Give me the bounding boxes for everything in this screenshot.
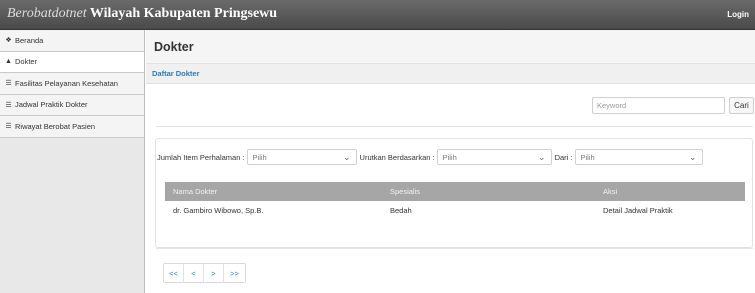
user-icon: ▲: [5, 58, 12, 66]
detail-schedule-link[interactable]: Detail Jadwal Praktik: [603, 201, 673, 220]
sidebar-item-label: Fasilitas Pelayanan Kesehatan: [15, 78, 118, 88]
document-icon: ☰: [5, 80, 12, 88]
prev-page-button[interactable]: <: [184, 264, 204, 282]
doctor-specialty: Bedah: [390, 206, 412, 215]
document-icon: ☰: [5, 101, 12, 109]
page-header: Dokter: [146, 30, 755, 64]
select-value: Pilih: [442, 152, 457, 162]
page-title: Dokter: [154, 39, 194, 54]
sidebar-item-label: Dokter: [15, 57, 38, 67]
sidebar-item-jadwal[interactable]: ☰ Jadwal Praktik Dokter: [0, 94, 144, 116]
document-icon: ☰: [5, 123, 12, 131]
sidebar-item-beranda[interactable]: ❖ Beranda: [0, 30, 144, 52]
app-brand[interactable]: Berobatdotnet Wilayah Kabupaten Pringsew…: [7, 6, 277, 22]
table-row: dr. Gambiro Wibowo, Sp.B. Bedah Detail J…: [165, 201, 745, 220]
next-page-button[interactable]: >: [204, 264, 224, 282]
brand-name-region: Wilayah Kabupaten Pringsewu: [86, 6, 278, 21]
home-icon: ❖: [5, 37, 12, 45]
sidebar-item-dokter[interactable]: ▲ Dokter: [0, 51, 144, 73]
divider: [156, 126, 753, 127]
chevron-down-icon: ⌄: [343, 152, 351, 162]
sort-by-select[interactable]: Pilih ⌄: [436, 149, 552, 165]
chevron-down-icon: ⌄: [538, 152, 546, 162]
doctor-name: dr. Gambiro Wibowo, Sp.B.: [173, 206, 264, 215]
items-per-page-label: Jumlah Item Perhalaman :: [157, 152, 245, 162]
column-header-aksi: Aksi: [603, 187, 618, 196]
divider: [156, 248, 753, 249]
sidebar-item-label: Jadwal Praktik Dokter: [15, 100, 88, 110]
brand-name-italic: Berobatdotnet: [7, 6, 87, 21]
login-link[interactable]: Login: [727, 10, 749, 19]
select-value: Pilih: [252, 152, 267, 162]
sidebar-item-fasilitas[interactable]: ☰ Fasilitas Pelayanan Kesehatan: [0, 73, 144, 95]
sidebar-item-label: Beranda: [15, 35, 44, 45]
chevron-down-icon: ⌄: [688, 152, 697, 162]
items-per-page-select[interactable]: Pilih ⌄: [246, 149, 357, 165]
select-value: Pilih: [580, 152, 595, 162]
main-content: Dokter Daftar Dokter Cari Jumlah Item Pe…: [146, 30, 755, 293]
pagination: << < > >>: [163, 263, 246, 283]
column-header-nama: Nama Dokter: [173, 187, 218, 196]
order-label: Dari :: [554, 152, 573, 162]
table-header: Nama Dokter Spesialis Aksi: [165, 182, 745, 201]
order-select[interactable]: Pilih ⌄: [574, 149, 703, 165]
sort-by-label: Urutkan Berdasarkan :: [359, 152, 435, 162]
breadcrumb: Daftar Dokter: [146, 64, 755, 84]
search-input[interactable]: [592, 97, 725, 114]
breadcrumb-daftar-dokter[interactable]: Daftar Dokter: [152, 69, 200, 78]
sidebar-item-label: Riwayat Berobat Pasien: [15, 121, 96, 131]
first-page-button[interactable]: <<: [164, 264, 184, 282]
column-header-spesialis: Spesialis: [390, 187, 421, 196]
last-page-button[interactable]: >>: [224, 264, 245, 282]
top-navbar: Berobatdotnet Wilayah Kabupaten Pringsew…: [0, 0, 755, 30]
sidebar-item-riwayat[interactable]: ☰ Riwayat Berobat Pasien: [0, 116, 144, 138]
sidebar: ❖ Beranda ▲ Dokter ☰ Fasilitas Pelayanan…: [0, 30, 145, 293]
search-button[interactable]: Cari: [729, 97, 754, 114]
filter-bar: Jumlah Item Perhalaman : Pilih ⌄ Urutkan…: [157, 148, 706, 166]
